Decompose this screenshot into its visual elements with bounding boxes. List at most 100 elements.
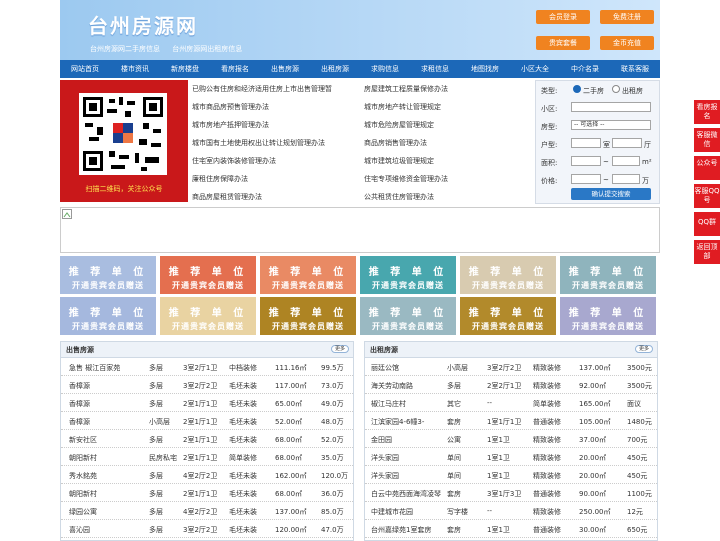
halls-select[interactable] [612,138,642,148]
side-qq-group[interactable]: QQ群 [694,212,720,236]
table-row[interactable]: 白云中苑西面海湾凌琴 套房 3室1厅3卫 普通装修 90.00㎡ 1100元 [365,484,657,502]
table-row[interactable]: 洋头家园 单间 1室1卫 精致装修 20.00㎡ 450元 [365,448,657,466]
nav-item[interactable]: 新房楼盘 [160,60,210,78]
tagline-rent[interactable]: 台州房源网出租房信息 [172,45,242,53]
table-row[interactable]: 香樟源 多层 3室2厅2卫 毛坯未装 117.00㎡ 73.0万 [61,376,353,394]
listing-name[interactable]: 朝阳新村 [69,489,97,499]
recommended-unit-ad[interactable]: 推 荐 单 位开通贵宾会员赠送 [160,256,256,294]
nav-item[interactable]: 出租房源 [310,60,360,78]
listing-name[interactable]: 金田园 [371,435,392,445]
news-link[interactable]: 城市国有土地使用权出让转让规划管理办法 [192,138,325,148]
nav-item[interactable]: 楼市资讯 [110,60,160,78]
listing-name[interactable]: 香樟源 [69,399,90,409]
side-official-account[interactable]: 公众号 [694,156,720,180]
listing-name[interactable]: 洋头家园 [371,453,399,463]
nav-item[interactable]: 求购信息 [360,60,410,78]
table-row[interactable]: 中建城市花园 写字楼 -- 精致装修 250.00㎡ 12元 [365,502,657,520]
recommended-unit-ad[interactable]: 推 荐 单 位开通贵宾会员赠送 [260,297,356,335]
table-row[interactable]: 新安社区 多层 2室1厅1卫 毛坯未装 68.00㎡ 52.0万 [61,430,353,448]
listing-name[interactable]: 台州嘉绿苑1室套房 [371,525,431,535]
news-link[interactable]: 廉租住房保障办法 [192,174,248,184]
recommended-unit-ad[interactable]: 推 荐 单 位开通贵宾会员赠送 [60,297,156,335]
area-min-input[interactable] [571,156,601,166]
recommended-unit-ad[interactable]: 推 荐 单 位开通贵宾会员赠送 [260,256,356,294]
side-back-to-top[interactable]: 返回顶部 [694,240,720,264]
recommended-unit-ad[interactable]: 推 荐 单 位开通贵宾会员赠送 [460,297,556,335]
table-row[interactable]: 金田园 公寓 1室1卫 精致装修 37.00㎡ 700元 [365,430,657,448]
table-row[interactable]: 香樟源 多层 2室1厅1卫 毛坯未装 65.00㎡ 49.0万 [61,394,353,412]
listing-name[interactable]: 新安社区 [69,435,97,445]
recommended-unit-ad[interactable]: 推 荐 单 位开通贵宾会员赠送 [460,256,556,294]
nav-item[interactable]: 中介名录 [560,60,610,78]
table-row[interactable]: 椒江马庄村 其它 -- 简单装修 165.00㎡ 面议 [365,394,657,412]
news-link[interactable]: 商品房屋租赁管理办法 [192,192,262,202]
listing-name[interactable]: 椒江马庄村 [371,399,406,409]
recommended-unit-ad[interactable]: 推 荐 单 位开通贵宾会员赠送 [160,297,256,335]
nav-item[interactable]: 小区大全 [510,60,560,78]
table-row[interactable]: 江滨家园4-6幢3- 套房 1室1厅1卫 普通装修 105.00㎡ 1480元 [365,412,657,430]
banner-image[interactable] [60,207,660,253]
side-viewing-signup[interactable]: 看房报名 [694,100,720,124]
listing-name[interactable]: 喜沁园 [69,525,90,535]
listing-name[interactable]: 江滨家园4-6幢3- [371,417,424,427]
news-link[interactable]: 城市建筑垃圾管理规定 [364,156,434,166]
radio-rent-label[interactable]: 出租房 [622,86,643,96]
table-row[interactable]: 秀水銘苑 多层 4室2厅2卫 毛坯未装 162.00㎡ 120.0万 [61,466,353,484]
listing-name[interactable]: 急售 椒江百家苑 [69,363,120,373]
table-row[interactable]: 绿园公寓 多层 4室2厅2卫 毛坯未装 137.00㎡ 85.0万 [61,502,353,520]
rooms-select[interactable] [571,138,601,148]
news-link[interactable]: 住宅室内装饰装修管理办法 [192,156,276,166]
news-link[interactable]: 房屋建筑工程质量保修办法 [364,84,448,94]
area-max-input[interactable] [612,156,640,166]
table-row[interactable]: 丽廷公馆 小高层 3室2厅2卫 精致装修 137.00㎡ 3500元 [365,358,657,376]
table-row[interactable]: 急售 椒江百家苑 多层 3室2厅1卫 中档装修 111.16㎡ 99.5万 [61,358,353,376]
nav-item[interactable]: 联系客服 [610,60,660,78]
news-link[interactable]: 城市房地产抵押管理办法 [192,120,269,130]
radio-secondhand-label[interactable]: 二手房 [583,86,604,96]
login-button[interactable]: 会员登录 [536,10,590,24]
recommended-unit-ad[interactable]: 推 荐 单 位开通贵宾会员赠送 [360,297,456,335]
xiaoqu-input[interactable] [571,102,651,112]
register-button[interactable]: 免费注册 [600,10,654,24]
news-link[interactable]: 城市危险房屋管理规定 [364,120,434,130]
news-link[interactable]: 城市商品房预售管理办法 [192,102,269,112]
search-submit-button[interactable]: 确认提交搜索 [571,188,651,200]
listing-name[interactable]: 白云中苑西面海湾凌琴 [371,489,441,499]
side-service-wechat[interactable]: 客服微信 [694,128,720,152]
news-link[interactable]: 商品房销售管理办法 [364,138,427,148]
table-row[interactable]: 海关劳动南路 多层 2室2厅1卫 精致装修 92.00㎡ 3500元 [365,376,657,394]
recommended-unit-ad[interactable]: 推 荐 单 位开通贵宾会员赠送 [360,256,456,294]
nav-item[interactable]: 地图找房 [460,60,510,78]
recommended-unit-ad[interactable]: 推 荐 单 位开通贵宾会员赠送 [560,256,656,294]
fangxing-select[interactable]: -- 可选择 -- [571,120,651,130]
price-min-input[interactable] [571,174,601,184]
side-service-qq[interactable]: 客服QQ号 [694,184,720,208]
listing-name[interactable]: 香樟源 [69,417,90,427]
listing-name[interactable]: 丽廷公馆 [371,363,399,373]
table-row[interactable]: 朝阳新村 民房私宅 2室1厅1卫 简单装修 68.00㎡ 35.0万 [61,448,353,466]
listing-name[interactable]: 朝阳新村 [69,453,97,463]
table-row[interactable]: 朝阳新村 多层 2室1厅1卫 毛坯未装 68.00㎡ 36.0万 [61,484,353,502]
news-link[interactable]: 城市房地产转让管理规定 [364,102,441,112]
coin-recharge-button[interactable]: 金币充值 [600,36,654,50]
nav-item[interactable]: 求租信息 [410,60,460,78]
listing-name[interactable]: 洋头家园 [371,471,399,481]
table-row[interactable]: 台州嘉绿苑1室套房 套房 1室1卫 普通装修 30.00㎡ 650元 [365,520,657,538]
news-link[interactable]: 公共租赁住房管理办法 [364,192,434,202]
price-max-input[interactable] [612,174,640,184]
table-row[interactable]: 香樟源 小高层 2室1厅1卫 毛坯未装 52.00㎡ 48.0万 [61,412,353,430]
recommended-unit-ad[interactable]: 推 荐 单 位开通贵宾会员赠送 [560,297,656,335]
news-link[interactable]: 住宅专项维修资金管理办法 [364,174,448,184]
tagline-sale[interactable]: 台州房源网二手房信息 [90,45,160,53]
rent-more-button[interactable]: 更多 [635,345,653,353]
nav-item[interactable]: 出售房源 [260,60,310,78]
sale-more-button[interactable]: 更多 [331,345,349,353]
vip-package-button[interactable]: 贵宾套餐 [536,36,590,50]
table-row[interactable]: 洋头家园 单间 1室1卫 精致装修 20.00㎡ 450元 [365,466,657,484]
recommended-unit-ad[interactable]: 推 荐 单 位开通贵宾会员赠送 [60,256,156,294]
site-logo[interactable]: 台州房源网 [88,10,198,39]
listing-name[interactable]: 香樟源 [69,381,90,391]
radio-secondhand[interactable] [573,85,581,93]
table-row[interactable]: 喜沁园 多层 3室2厅2卫 毛坯未装 120.00㎡ 47.0万 [61,520,353,538]
radio-rent[interactable] [612,85,620,93]
